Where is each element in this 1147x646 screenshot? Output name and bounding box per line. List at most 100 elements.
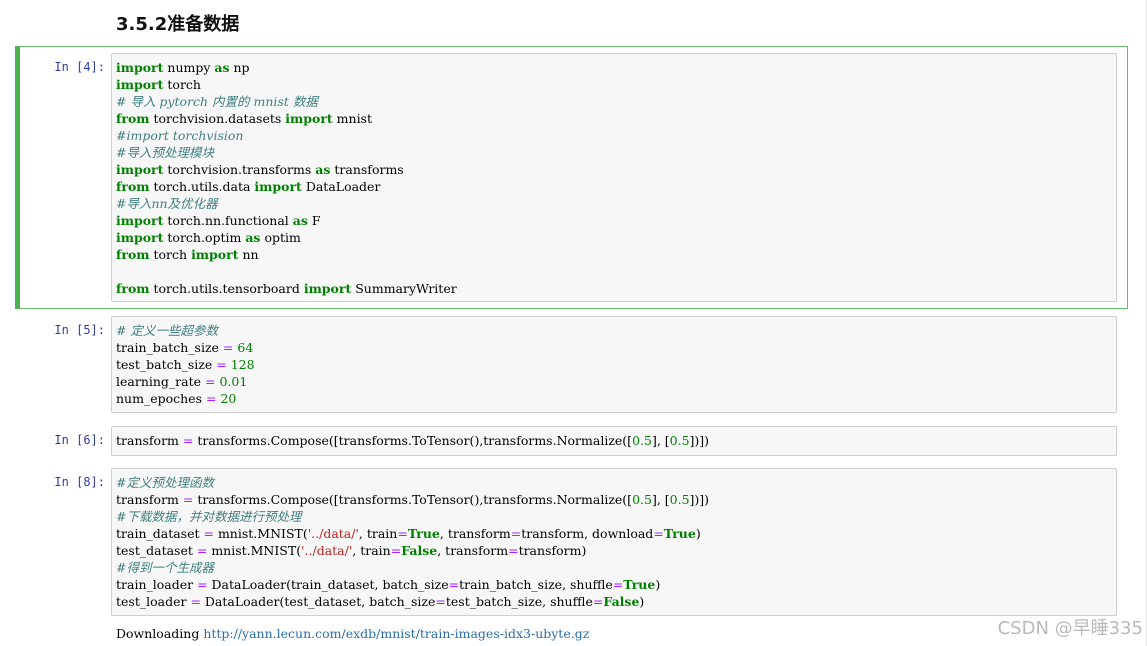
code-token: ], [: [651, 492, 670, 507]
code-token: import: [191, 247, 239, 262]
code-token: train_dataset: [116, 526, 204, 541]
code-token: # 导入 pytorch 内置的 mnist 数据: [116, 94, 318, 109]
cell-prompt-2: In [5]:: [54, 323, 105, 337]
section-heading: 3.5.2准备数据: [116, 14, 240, 35]
code-token: nn: [238, 247, 259, 262]
code-line: #下载数据，并对数据进行预处理: [116, 508, 709, 525]
code-token: # 定义一些超参数: [116, 323, 218, 338]
code-token: =: [182, 492, 194, 507]
code-token: , train: [352, 543, 391, 558]
code-token: as: [245, 230, 261, 245]
code-token: '../data/': [301, 543, 353, 558]
code-token: #导入预处理模块: [116, 145, 214, 160]
code-token: 0.5: [669, 492, 690, 507]
code-token: torch.optim: [163, 230, 246, 245]
code-token: import: [254, 179, 302, 194]
code-token: '../data/': [307, 526, 359, 541]
code-line: # 导入 pytorch 内置的 mnist 数据: [116, 93, 457, 110]
code-token: True: [407, 526, 440, 541]
code-line: import torch.nn.functional as F: [116, 212, 457, 229]
code-token: as: [315, 162, 331, 177]
code-token: from: [116, 247, 150, 262]
code-token: from: [116, 179, 150, 194]
code-token: transforms.Compose([transforms.ToTensor(…: [193, 433, 633, 448]
code-text-1[interactable]: import numpy as np import torch # 导入 pytor…: [116, 59, 457, 297]
code-token: , transform: [439, 526, 511, 541]
code-token: torchvision.datasets: [149, 111, 286, 126]
watermark: CSDN @早睡335: [997, 618, 1143, 639]
code-token: torch.utils.tensorboard: [149, 281, 304, 296]
code-token: 128: [230, 357, 255, 372]
code-line: transform = transforms.Compose([transfor…: [116, 432, 709, 449]
code-token: train_batch_size: [116, 340, 223, 355]
code-token: 64: [237, 340, 254, 355]
code-token: ], [: [651, 433, 670, 448]
code-line: from torch.utils.data import DataLoader: [116, 178, 457, 195]
code-token: =: [205, 374, 216, 389]
code-line: #导入预处理模块: [116, 144, 457, 161]
code-token: =: [653, 526, 664, 541]
code-token: train_loader: [116, 577, 198, 592]
code-token: import: [116, 213, 164, 228]
code-token: ])]): [689, 433, 710, 448]
code-line: import torch.optim as optim: [116, 229, 457, 246]
code-text-3[interactable]: transform = transforms.Compose([transfor…: [116, 432, 709, 449]
code-token: numpy: [163, 60, 215, 75]
code-line: from torch.utils.tensorboard import Summ…: [116, 280, 457, 297]
code-token: torch: [149, 247, 192, 262]
code-token: learning_rate: [116, 374, 205, 389]
code-token: train_batch_size, shuffle: [459, 577, 613, 592]
code-token: =: [197, 577, 208, 592]
code-token: , train: [358, 526, 398, 541]
cell-prompt-4: In [8]:: [54, 475, 105, 489]
code-token: ): [639, 594, 645, 609]
code-token: #导入nn及优化器: [116, 196, 218, 211]
code-token: =: [508, 543, 519, 558]
code-token: True: [663, 526, 696, 541]
code-token: test_loader: [116, 594, 191, 609]
code-token: SummaryWriter: [351, 281, 457, 296]
code-token: ): [695, 526, 701, 541]
code-token: =: [390, 543, 402, 558]
code-token: 20: [220, 391, 237, 406]
code-token: mnist.MNIST(: [213, 526, 308, 541]
code-line: learning_rate = 0.01: [116, 373, 255, 390]
code-line: train_loader = DataLoader(train_dataset,…: [116, 576, 709, 593]
code-token: #得到一个生成器: [116, 560, 214, 575]
code-token: transforms.Compose([transforms.ToTensor(…: [193, 492, 633, 507]
code-token: 0.5: [632, 492, 652, 507]
code-token: =: [196, 543, 208, 558]
download-link[interactable]: http://yann.lecun.com/exdb/mnist/train-i…: [203, 626, 589, 641]
code-token: import: [116, 77, 164, 92]
code-token: import: [116, 230, 164, 245]
code-line: import torch: [116, 76, 457, 93]
code-token: #import torchvision: [116, 128, 244, 143]
code-token: test_batch_size, shuffle: [445, 594, 593, 609]
cell-output-4: Downloading http://yann.lecun.com/exdb/m…: [116, 625, 589, 642]
code-token: torch.utils.data: [149, 179, 255, 194]
code-token: 0.01: [219, 374, 248, 389]
code-token: True: [623, 577, 656, 592]
code-token: import: [116, 162, 164, 177]
code-token: ): [655, 577, 661, 592]
code-token: transform, download: [521, 526, 654, 541]
code-line: from torch import nn: [116, 246, 457, 263]
code-token: =: [182, 433, 194, 448]
code-line: #定义预处理函数: [116, 474, 709, 491]
code-line: test_dataset = mnist.MNIST('../data/', t…: [116, 542, 709, 559]
code-token: from: [116, 281, 150, 296]
code-token: =: [222, 340, 234, 355]
code-token: num_epoches: [116, 391, 206, 406]
output-text: Downloading: [116, 626, 204, 641]
code-line: #import torchvision: [116, 127, 457, 144]
code-input-2[interactable]: [111, 316, 1117, 413]
code-text-4[interactable]: #定义预处理函数 transform = transforms.Compose([…: [116, 474, 709, 610]
code-token: as: [214, 60, 230, 75]
code-token: mnist.MNIST(: [207, 543, 302, 558]
code-line: from torchvision.datasets import mnist: [116, 110, 457, 127]
code-token: transforms: [330, 162, 404, 177]
code-token: =: [612, 577, 624, 592]
code-text-2[interactable]: # 定义一些超参数 train_batch_size = 64 test_batch…: [116, 322, 255, 407]
code-line: train_batch_size = 64: [116, 339, 255, 356]
code-line: test_loader = DataLoader(test_dataset, b…: [116, 593, 709, 610]
